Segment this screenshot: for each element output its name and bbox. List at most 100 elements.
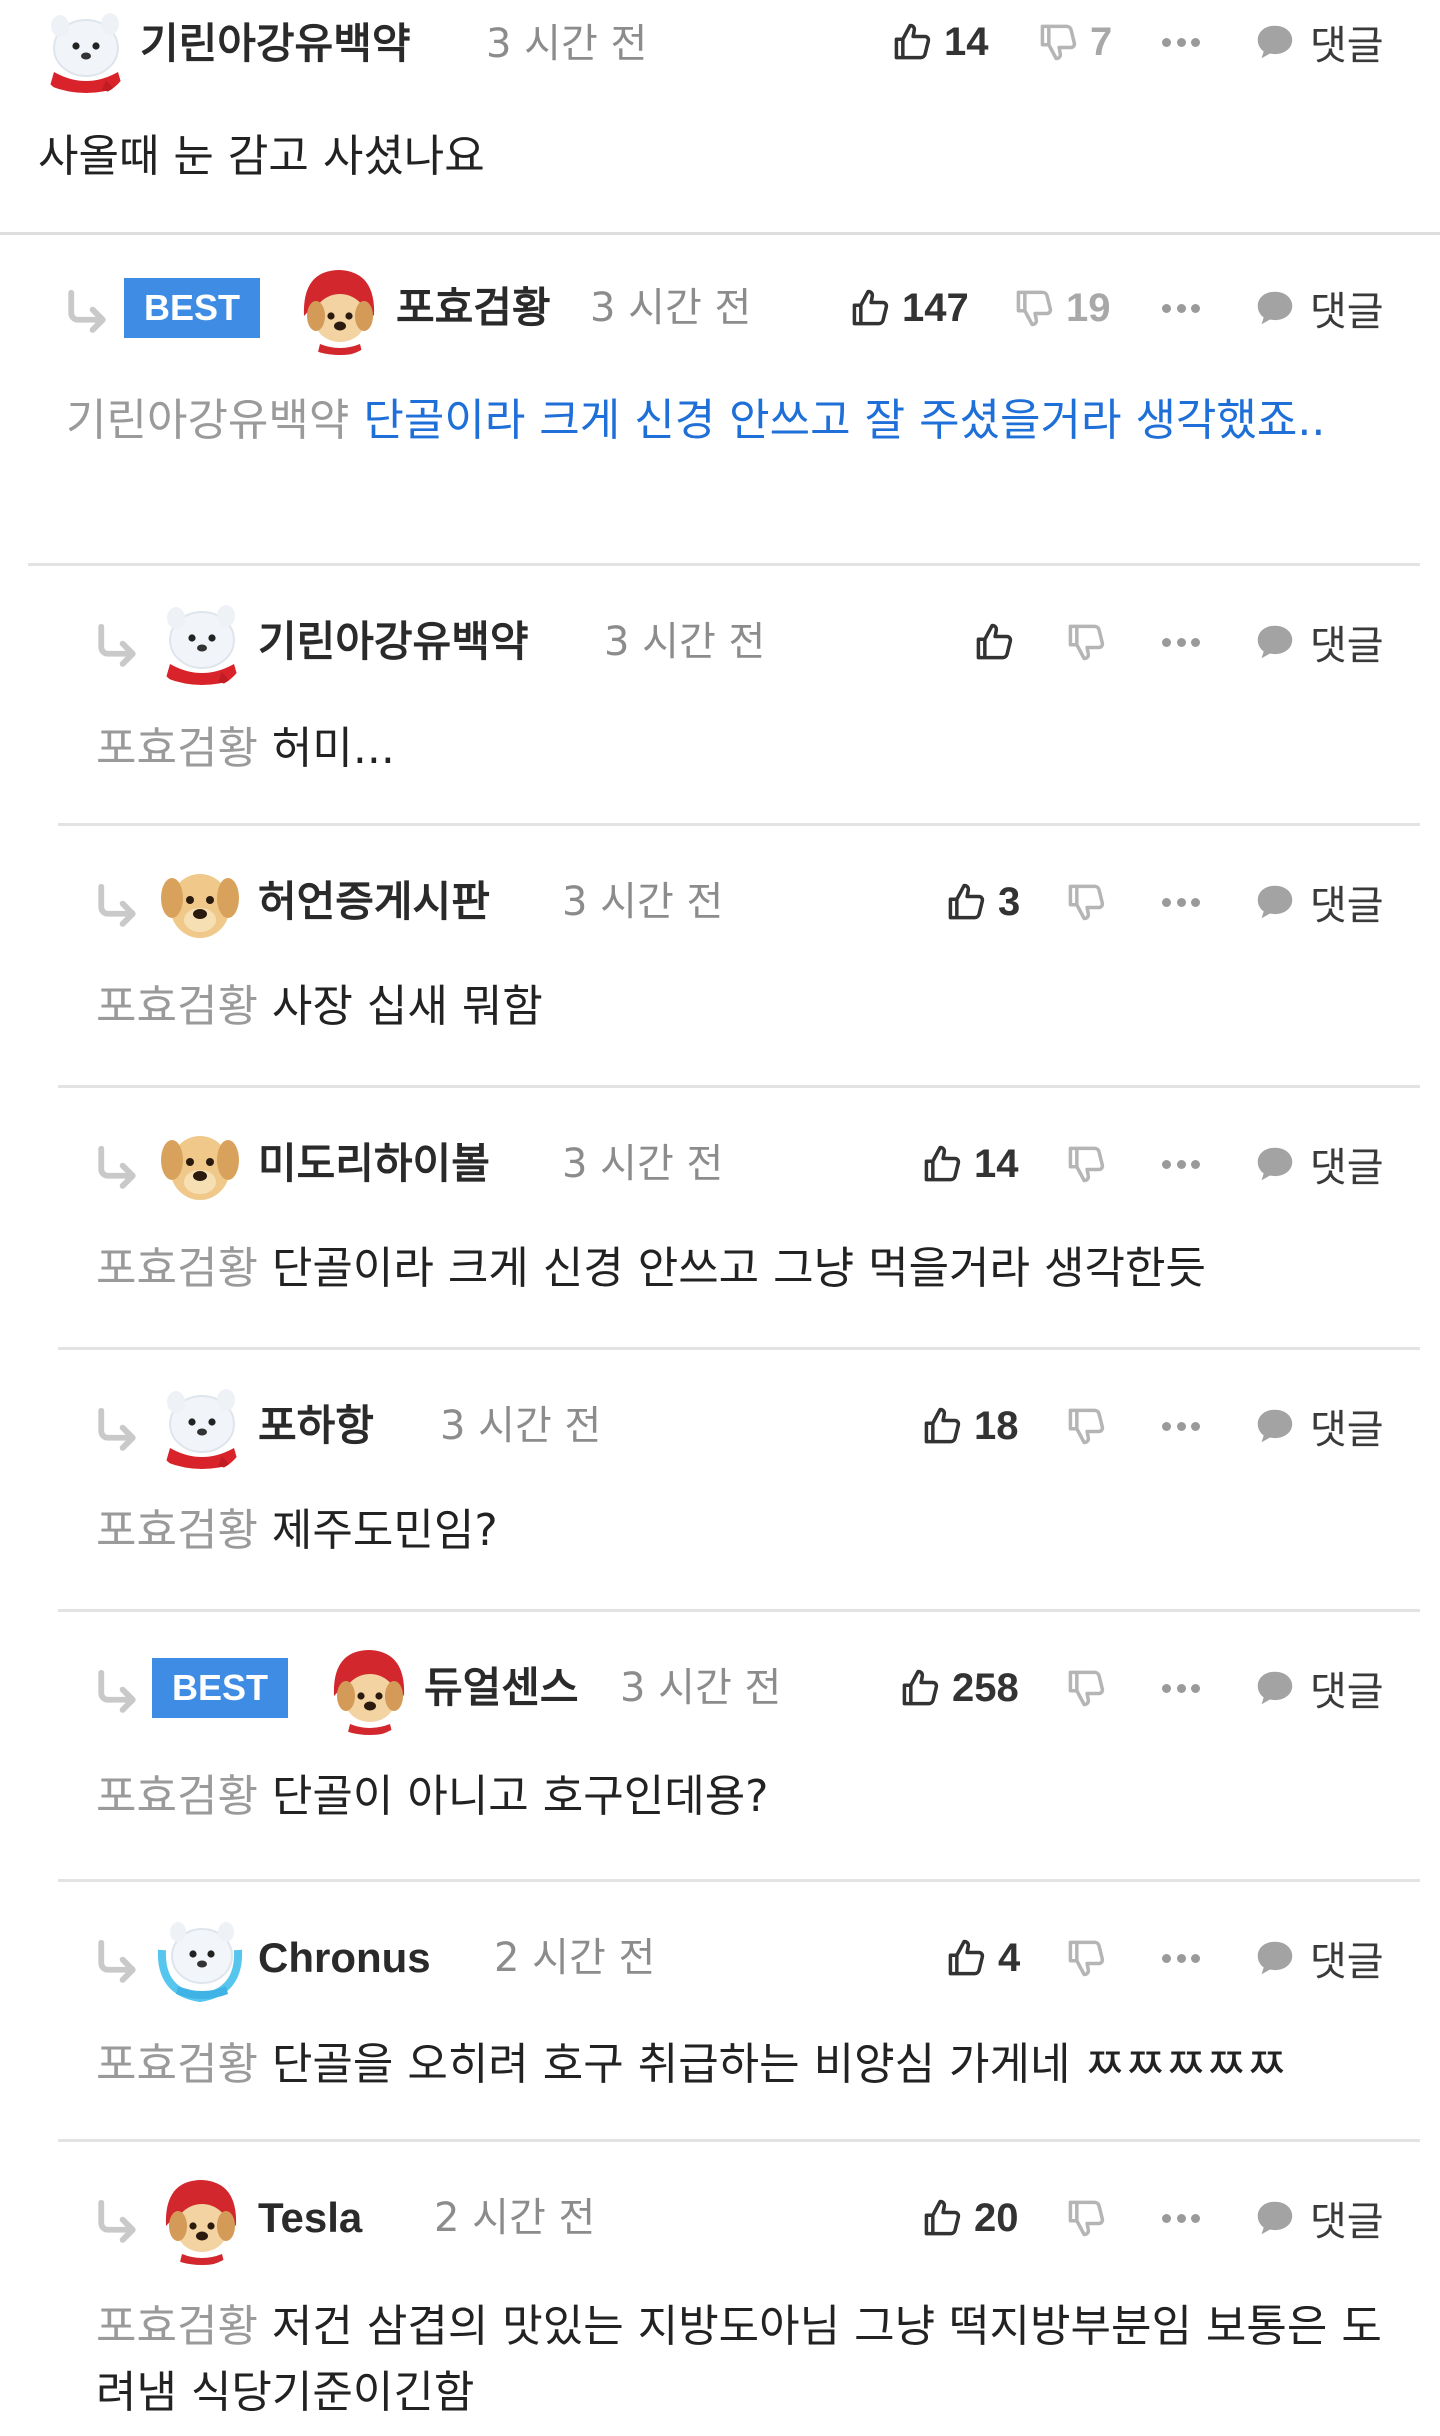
more-options-icon[interactable] <box>1162 1638 1200 1738</box>
comment-author[interactable]: 포하항 <box>258 1376 374 1476</box>
avatar[interactable] <box>152 1378 248 1474</box>
comment-item: 기린아강유백약 3 시간 전 댓글 포효검황 허미... <box>0 568 1440 826</box>
comment-body: 포효검황 제주도민임? <box>96 1498 498 1564</box>
comment-text: 허미... <box>271 723 395 774</box>
like-button[interactable]: 258 <box>898 1638 1019 1738</box>
more-options-icon[interactable] <box>1162 2168 1200 2268</box>
avatar[interactable] <box>320 1640 416 1736</box>
dislike-button[interactable]: 19 <box>1012 258 1111 358</box>
comment-author[interactable]: 기린아강유백약 <box>140 0 410 94</box>
comment-body: 포효검황 사장 십새 뭐함 <box>96 974 543 1040</box>
reply-button[interactable]: 댓글 <box>1252 1114 1384 1214</box>
reply-arrow-icon <box>60 286 114 340</box>
dislike-button[interactable] <box>1064 1114 1108 1214</box>
mention-tag[interactable]: 포효검황 <box>96 1771 258 1822</box>
reply-button[interactable]: 댓글 <box>1252 592 1384 692</box>
dislike-button[interactable] <box>1064 592 1108 692</box>
speech-bubble-icon <box>1252 1935 1298 1981</box>
reply-button[interactable]: 댓글 <box>1252 0 1384 92</box>
like-button[interactable]: 14 <box>920 1114 1019 1214</box>
like-count: 14 <box>974 1141 1019 1186</box>
comment-item: 허언증게시판 3 시간 전 3 댓글 포효검황 사장 십새 뭐함 <box>0 828 1440 1088</box>
more-options-icon[interactable] <box>1162 592 1200 692</box>
comment-author[interactable]: 포효검황 <box>396 258 551 358</box>
comment-time: 2 시간 전 <box>494 1935 656 1981</box>
avatar[interactable] <box>152 1116 248 1212</box>
dislike-button[interactable] <box>1064 852 1108 952</box>
comment-author[interactable]: 허언증게시판 <box>258 852 490 952</box>
like-button[interactable] <box>972 592 1026 692</box>
like-button[interactable]: 4 <box>944 1908 1020 2008</box>
comment-text: 사올때 눈 감고 사셨나요 <box>38 131 485 182</box>
avatar[interactable] <box>152 2170 248 2266</box>
comment-author[interactable]: 듀얼센스 <box>424 1638 579 1738</box>
comment-author[interactable]: 미도리하이볼 <box>258 1114 490 1214</box>
avatar[interactable] <box>152 1910 248 2006</box>
dislike-button[interactable] <box>1064 2168 1108 2268</box>
dislike-button[interactable] <box>1064 1638 1108 1738</box>
mention-tag[interactable]: 기린아강유백약 <box>66 395 349 446</box>
comment-time: 3 시간 전 <box>620 1665 782 1711</box>
comment-author[interactable]: 기린아강유백약 <box>258 592 528 692</box>
more-options-icon[interactable] <box>1162 1908 1200 2008</box>
like-count: 18 <box>974 1403 1019 1448</box>
thumbs-down-icon <box>1036 20 1080 64</box>
comment-text: 단골이라 크게 신경 안쓰고 그냥 먹을거라 생각한듯 <box>271 1243 1206 1294</box>
dislike-button[interactable] <box>1064 1376 1108 1476</box>
reply-arrow-icon <box>90 620 144 674</box>
comment-time: 3 시간 전 <box>562 879 724 925</box>
reply-button[interactable]: 댓글 <box>1252 1638 1384 1738</box>
mention-tag[interactable]: 포효검황 <box>96 2301 258 2352</box>
thumbs-up-icon <box>920 1142 964 1186</box>
reply-arrow-icon <box>90 1404 144 1458</box>
comment-author[interactable]: Tesla <box>258 2168 362 2268</box>
reply-button[interactable]: 댓글 <box>1252 258 1384 358</box>
thumbs-down-icon <box>1012 286 1056 330</box>
avatar[interactable] <box>152 854 248 950</box>
comment-body: 기린아강유백약 단골이라 크게 신경 안쓰고 잘 주셨을거라 생각했죠.. <box>66 388 1366 454</box>
mention-tag[interactable]: 포효검황 <box>96 723 258 774</box>
thumbs-up-icon <box>890 20 934 64</box>
mention-tag[interactable]: 포효검황 <box>96 981 258 1032</box>
more-options-icon[interactable] <box>1162 0 1200 92</box>
more-options-icon[interactable] <box>1162 1376 1200 1476</box>
avatar[interactable] <box>36 2 132 98</box>
reply-label: 댓글 <box>1310 289 1384 335</box>
avatar[interactable] <box>290 260 386 356</box>
mention-tag[interactable]: 포효검황 <box>96 1243 258 1294</box>
more-options-icon[interactable] <box>1162 852 1200 952</box>
comment-time: 3 시간 전 <box>590 285 752 331</box>
divider <box>58 2139 1420 2142</box>
speech-bubble-icon <box>1252 19 1298 65</box>
reply-button[interactable]: 댓글 <box>1252 2168 1384 2268</box>
like-count: 258 <box>952 1665 1019 1710</box>
dislike-button[interactable]: 7 <box>1036 0 1112 92</box>
thumbs-down-icon <box>1064 880 1108 924</box>
like-button[interactable]: 3 <box>944 852 1020 952</box>
reply-label: 댓글 <box>1310 623 1384 669</box>
mention-tag[interactable]: 포효검황 <box>96 1505 258 1556</box>
thumbs-down-icon <box>1064 1404 1108 1448</box>
comment-author[interactable]: Chronus <box>258 1908 431 2008</box>
thumbs-up-icon <box>848 286 892 330</box>
comment-body: 포효검황 단골을 오히려 호구 취급하는 비양심 가게네 ㅉㅉㅉㅉㅉ <box>96 2032 1287 2098</box>
like-count: 4 <box>998 1935 1021 1980</box>
mention-tag[interactable]: 포효검황 <box>96 2039 258 2090</box>
like-button[interactable]: 147 <box>848 258 969 358</box>
avatar[interactable] <box>152 594 248 690</box>
divider <box>58 1085 1420 1088</box>
like-button[interactable]: 18 <box>920 1376 1019 1476</box>
comment-text: 단골이 아니고 호구인데용? <box>271 1771 769 1822</box>
reply-button[interactable]: 댓글 <box>1252 852 1384 952</box>
dislike-button[interactable] <box>1064 1908 1108 2008</box>
reply-arrow-icon <box>90 1936 144 1990</box>
more-options-icon[interactable] <box>1162 258 1200 358</box>
like-button[interactable]: 20 <box>920 2168 1019 2268</box>
comment-body: 사올때 눈 감고 사셨나요 <box>38 124 485 190</box>
speech-bubble-icon <box>1252 2195 1298 2241</box>
reply-button[interactable]: 댓글 <box>1252 1376 1384 1476</box>
more-options-icon[interactable] <box>1162 1114 1200 1214</box>
like-button[interactable]: 14 <box>890 0 989 92</box>
comment-time: 3 시간 전 <box>562 1141 724 1187</box>
reply-button[interactable]: 댓글 <box>1252 1908 1384 2008</box>
